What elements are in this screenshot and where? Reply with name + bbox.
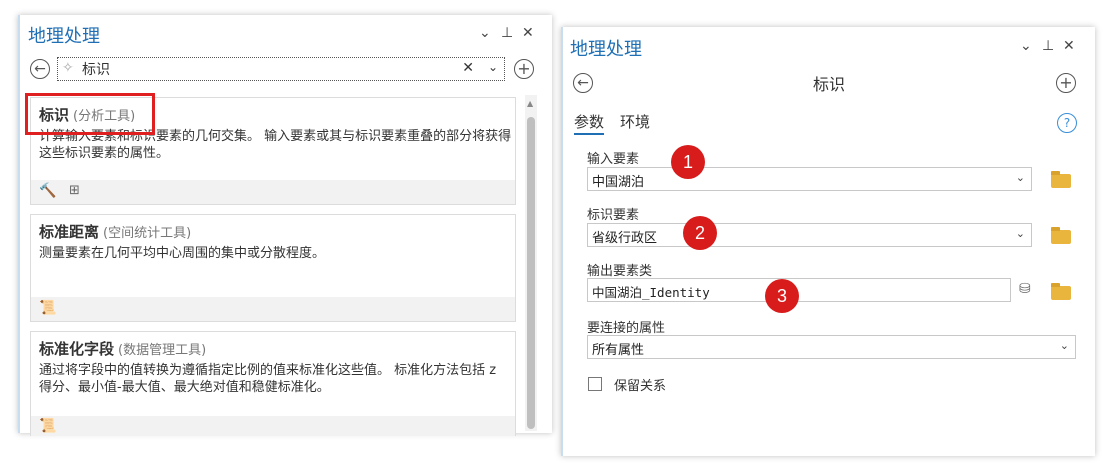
step-badge: 2 (683, 216, 717, 250)
clear-icon[interactable]: ✕ (462, 60, 474, 76)
keep-relationships-checkbox[interactable] (588, 377, 602, 391)
sparkle-icon: ✧ (62, 60, 74, 76)
folder-icon[interactable] (1051, 227, 1071, 244)
close-icon[interactable]: ✕ (522, 25, 534, 41)
tab-environments[interactable]: 环境 (620, 111, 650, 132)
tab-parameters[interactable]: 参数 (574, 111, 605, 135)
tool-name-text: 标准距离 (39, 223, 100, 241)
model-icon[interactable]: ⊞ (69, 183, 80, 198)
output-feature-class-label: 输出要素类 (587, 264, 653, 279)
tool-card-footer: 🔨 ⊞ (31, 180, 515, 204)
chevron-down-icon[interactable]: ⌄ (1016, 227, 1025, 240)
tool-card-footer: 📜 (31, 416, 515, 436)
keep-relationships-label: 保留关系 (614, 379, 667, 394)
scrollbar[interactable]: ▲ (525, 95, 537, 431)
folder-icon[interactable] (1051, 171, 1071, 188)
search-input[interactable] (82, 59, 442, 79)
tool-description: 通过将字段中的值转换为遵循指定比例的值来标准化这些值。 标准化方法包括 z 得分… (39, 363, 497, 395)
script-icon[interactable]: 📜 (39, 300, 56, 316)
geoprocessing-pane-right: 地理处理 ⌄ ⊥ ✕ ← 标识 + 参数 环境 ? 输入要素 中国湖泊 ⌄ 1 … (561, 27, 1095, 456)
input-features-label: 输入要素 (587, 152, 640, 167)
scroll-up-icon[interactable]: ▲ (527, 99, 533, 108)
script-icon[interactable]: 📜 (39, 418, 56, 434)
database-icon[interactable]: ⛁ (1019, 281, 1031, 297)
toolbox-name: (空间统计工具) (103, 226, 192, 241)
add-button[interactable]: + (1056, 73, 1076, 93)
tool-name: 标准距离 (空间统计工具) (39, 221, 191, 242)
join-attributes-dropdown[interactable]: 所有属性 ⌄ (587, 335, 1076, 359)
chevron-down-icon[interactable]: ⌄ (1016, 171, 1025, 184)
tool-title: 标识 (812, 75, 845, 94)
back-button[interactable]: ← (30, 59, 50, 79)
add-button[interactable]: + (514, 59, 534, 79)
chevron-down-icon[interactable]: ⌄ (1020, 38, 1032, 54)
tool-card-standardize-field[interactable]: 标准化字段 (数据管理工具) 通过将字段中的值转换为遵循指定比例的值来标准化这些值… (30, 331, 516, 436)
input-features-dropdown[interactable]: 中国湖泊 ⌄ (587, 167, 1032, 191)
highlight-annotation-box (25, 93, 155, 135)
tool-description: 测量要素在几何平均中心周围的集中或分散程度。 (39, 246, 326, 261)
folder-icon[interactable] (1051, 283, 1071, 300)
pane-title: 地理处理 (28, 26, 100, 47)
toolbox-name: (数据管理工具) (118, 343, 207, 358)
step-badge: 1 (671, 145, 705, 179)
close-icon[interactable]: ✕ (1063, 38, 1075, 54)
tool-name: 标准化字段 (数据管理工具) (39, 338, 206, 359)
join-attributes-label: 要连接的属性 (587, 321, 666, 336)
geoprocessing-pane-left: 地理处理 ⌄ ⊥ ✕ ← ✧ ✕ ⌄ + 标识(分析工具) 计算输入要素和标识要… (18, 15, 552, 436)
scrollbar-thumb[interactable] (527, 117, 535, 429)
identity-features-label: 标识要素 (587, 208, 640, 223)
pin-icon[interactable]: ⊥ (501, 25, 513, 41)
tool-card-footer: 📜 (31, 297, 515, 321)
input-value: 中国湖泊_Identity (592, 285, 710, 300)
tool-card-standard-distance[interactable]: 标准距离 (空间统计工具) 测量要素在几何平均中心周围的集中或分散程度。 📜 (30, 214, 516, 322)
identity-features-dropdown[interactable]: 省级行政区 ⌄ (587, 223, 1032, 247)
chevron-down-icon[interactable]: ⌄ (1060, 339, 1069, 352)
search-box[interactable]: ✧ ✕ ⌄ (57, 57, 505, 81)
pin-icon[interactable]: ⊥ (1042, 38, 1054, 54)
help-icon[interactable]: ? (1057, 113, 1077, 133)
dropdown-value: 省级行政区 (592, 231, 658, 246)
tool-name-text: 标准化字段 (39, 340, 115, 358)
dropdown-value: 所有属性 (592, 343, 645, 358)
output-feature-class-input[interactable]: 中国湖泊_Identity (587, 278, 1011, 302)
chevron-down-icon[interactable]: ⌄ (488, 60, 498, 74)
chevron-down-icon[interactable]: ⌄ (479, 25, 491, 41)
dropdown-value: 中国湖泊 (592, 175, 645, 190)
pane-title: 地理处理 (570, 39, 642, 60)
step-badge: 3 (765, 279, 799, 313)
hammer-icon[interactable]: 🔨 (39, 183, 56, 199)
